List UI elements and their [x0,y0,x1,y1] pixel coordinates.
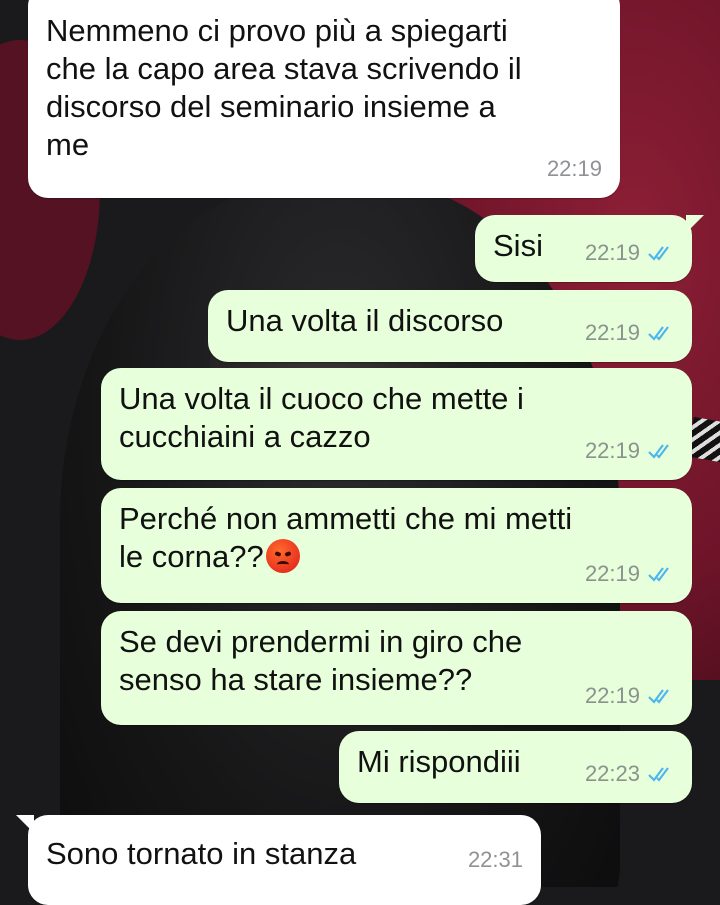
message-bubble-incoming[interactable]: Nemmeno ci provo più a spiegarti che la … [16,0,620,198]
message-meta: 22:31 [468,841,523,879]
message-text: Nemmeno ci provo più a spiegarti che la … [46,13,522,162]
message-bubble-outgoing[interactable]: Mi rispondiii 22:23 [339,731,692,803]
message-time: 22:19 [584,561,640,586]
double-check-read-icon [648,565,674,583]
message-time: 22:31 [467,847,523,872]
message-time: 22:23 [584,761,640,786]
message-meta: 22:19 [585,677,674,715]
message-meta: 22:19 [585,432,674,470]
message-time: 22:19 [584,683,640,708]
double-check-read-icon [648,324,674,342]
message-bubble-incoming[interactable]: Sono tornato in stanza 22:31 [16,815,541,905]
message-time: 22:19 [584,320,640,345]
message-meta: 22:23 [585,755,674,793]
double-check-read-icon [648,244,674,262]
message-bubble-outgoing[interactable]: Una volta il discorso 22:19 [208,290,692,362]
message-bubble-outgoing[interactable]: Sisi 22:19 [475,215,704,282]
message-bubble-outgoing[interactable]: Una volta il cuoco che mette i cucchiain… [101,368,692,480]
message-text: Sono tornato in stanza [46,836,357,871]
message-meta: 22:19 [585,234,674,272]
double-check-read-icon [648,765,674,783]
message-bubble-outgoing[interactable]: Se devi prendermi in giro che senso ha s… [101,611,692,725]
double-check-read-icon [648,442,674,460]
message-time: 22:19 [584,240,640,265]
message-meta: 22:19 [585,555,674,593]
message-time: 22:19 [584,438,640,463]
message-bubble-outgoing[interactable]: Perché non ammetti che mi metti le corna… [101,488,692,603]
message-meta: 22:19 [547,150,602,188]
double-check-read-icon [648,687,674,705]
message-meta: 22:19 [585,314,674,352]
angry-face-emoji-icon [265,539,300,573]
message-time: 22:19 [546,156,602,181]
message-text: Perché non ammetti che mi metti le corna… [119,501,573,574]
